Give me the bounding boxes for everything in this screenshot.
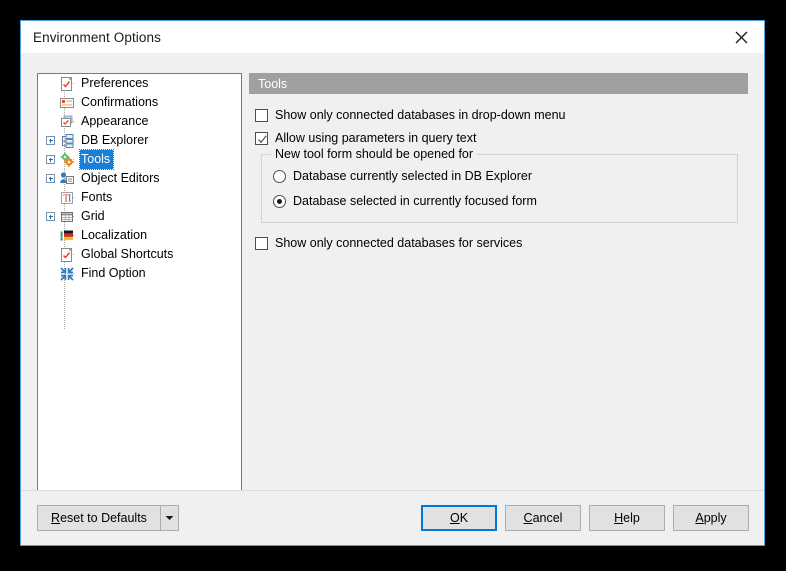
cancel-button[interactable]: Cancel [505,505,581,531]
find-option-icon [58,265,76,283]
expander-plus-icon[interactable] [43,207,58,226]
checkbox-allow-parameters[interactable]: Allow using parameters in query text [255,131,748,146]
apply-label: pply [703,511,727,525]
radio-dot [277,199,282,204]
preferences-icon [58,75,76,93]
dialog-body: Preferences Confirmations Appearance DB … [21,53,764,515]
ok-button[interactable]: OK [421,505,497,531]
ok-accel: O [449,511,460,525]
tree-connector [43,264,58,283]
tree-connector [43,93,58,112]
tree-connector [43,226,58,245]
environment-options-dialog: Environment Options Preferences Confirma… [20,20,765,546]
tree-connector [43,245,58,264]
checkbox-label: Show only connected databases in drop-do… [275,108,566,122]
tools-settings-panel: Tools Show only connected databases in d… [249,73,748,515]
ok-label: K [459,511,469,525]
fonts-icon: T I [58,189,76,207]
tree-connector [43,112,58,131]
tree-item-grid[interactable]: Grid [38,207,241,226]
radio-db-explorer-selection[interactable]: Database currently selected in DB Explor… [273,169,737,184]
cancel-accel: C [523,511,533,525]
close-icon[interactable] [718,21,764,53]
reset-to-defaults-button[interactable]: Reset to Defaults [37,505,161,531]
tree-item-label: Localization [81,228,148,242]
radio-label: Database selected in currently focused f… [293,194,537,208]
expander-plus-icon[interactable] [43,169,58,188]
expander-plus-icon[interactable] [43,131,58,150]
tree-item-find-option[interactable]: Find Option [38,264,241,283]
tree-item-label: Confirmations [81,95,159,109]
tree-item-label: DB Explorer [81,133,149,147]
help-button[interactable]: Help [589,505,665,531]
tree-item-label: Find Option [81,266,146,280]
tree-item-tools[interactable]: Tools [38,149,241,170]
grid-icon [58,208,76,226]
global-shortcuts-icon [58,246,76,264]
tree-item-db-explorer[interactable]: DB Explorer [38,131,241,150]
tree-item-label: Global Shortcuts [81,247,174,261]
tree-connector [43,74,58,93]
group-legend: New tool form should be opened for [271,147,478,161]
appearance-icon [58,113,76,131]
new-tool-form-group: New tool form should be opened for Datab… [261,147,738,223]
db-explorer-icon [58,132,76,150]
radio-label: Database currently selected in DB Explor… [293,169,533,183]
checkmark-icon [258,135,267,144]
tree-item-fonts[interactable]: T I Fonts [38,188,241,207]
localization-icon [58,227,76,245]
object-editors-icon [58,170,76,188]
tree-item-preferences[interactable]: Preferences [38,74,241,93]
title-bar: Environment Options [21,21,764,53]
tree-item-localization[interactable]: Localization [38,226,241,245]
tree-connector [43,188,58,207]
reset-label: eset to Defaults [60,511,147,525]
expander-plus-icon[interactable] [43,150,58,169]
help-label: elp [623,511,640,525]
tree-item-label: Tools [78,149,115,170]
radio-box[interactable] [273,195,286,208]
svg-text:I: I [68,193,71,204]
checkbox-box[interactable] [255,109,268,122]
checkbox-show-connected-services[interactable]: Show only connected databases for servic… [255,236,748,251]
checkbox-box[interactable] [255,132,268,145]
tree-item-label: Grid [81,209,105,223]
reset-accel: R [51,511,61,525]
options-tree[interactable]: Preferences Confirmations Appearance DB … [37,73,242,515]
tree-item-label: Object Editors [81,171,160,185]
radio-box[interactable] [273,170,286,183]
checkbox-box[interactable] [255,237,268,250]
window-title: Environment Options [33,29,161,45]
tree-item-label: Fonts [81,190,113,204]
checkbox-label: Allow using parameters in query text [275,131,477,145]
checkbox-show-connected-dropdown[interactable]: Show only connected databases in drop-do… [255,108,748,123]
apply-accel: A [695,511,704,525]
chevron-down-icon[interactable] [161,505,179,531]
tree-item-label: Preferences [81,76,149,90]
apply-button[interactable]: Apply [673,505,749,531]
tree-item-appearance[interactable]: Appearance [38,112,241,131]
tree-item-label: Appearance [81,114,149,128]
tree-item-global-shortcuts[interactable]: Global Shortcuts [38,245,241,264]
tree-item-confirmations[interactable]: Confirmations [38,93,241,112]
tree-item-object-editors[interactable]: Object Editors [38,169,241,188]
dialog-footer: Reset to Defaults OK Cancel Help Apply [21,490,764,545]
cancel-label: ancel [532,511,563,525]
radio-focused-form-selection[interactable]: Database selected in currently focused f… [273,194,737,209]
panel-header: Tools [249,73,748,94]
tools-icon [58,151,76,169]
help-accel: H [614,511,624,525]
checkbox-label: Show only connected databases for servic… [275,236,523,250]
panel-content: Show only connected databases in drop-do… [249,94,748,251]
confirmations-icon [58,94,76,112]
